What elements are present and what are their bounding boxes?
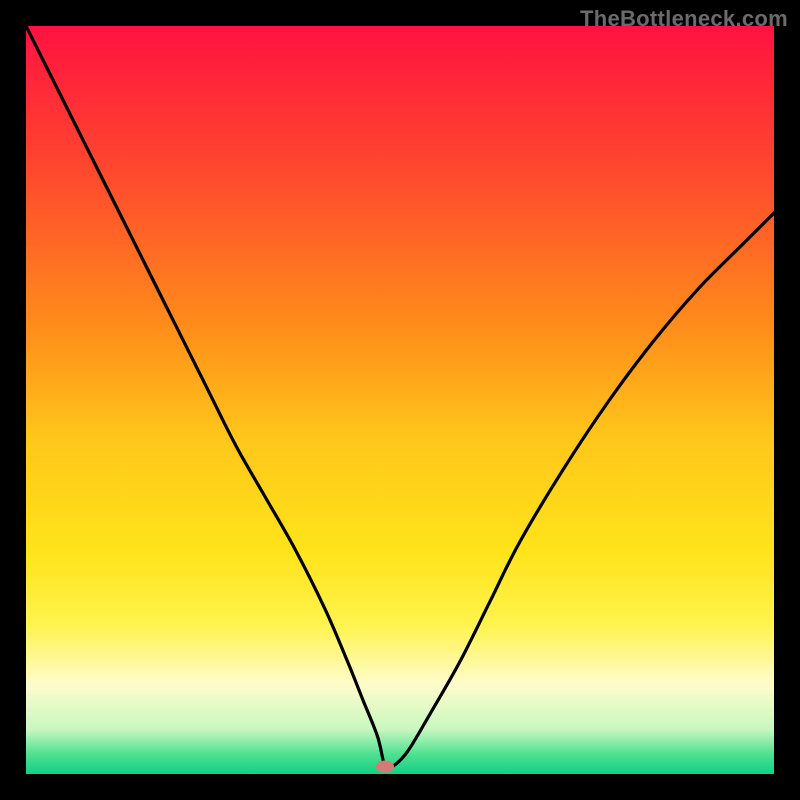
minimum-marker	[376, 761, 394, 773]
plot-area	[26, 26, 774, 774]
gradient-background	[26, 26, 774, 774]
chart-container: TheBottleneck.com	[0, 0, 800, 800]
bottleneck-plot	[26, 26, 774, 774]
watermark-text: TheBottleneck.com	[580, 6, 788, 32]
